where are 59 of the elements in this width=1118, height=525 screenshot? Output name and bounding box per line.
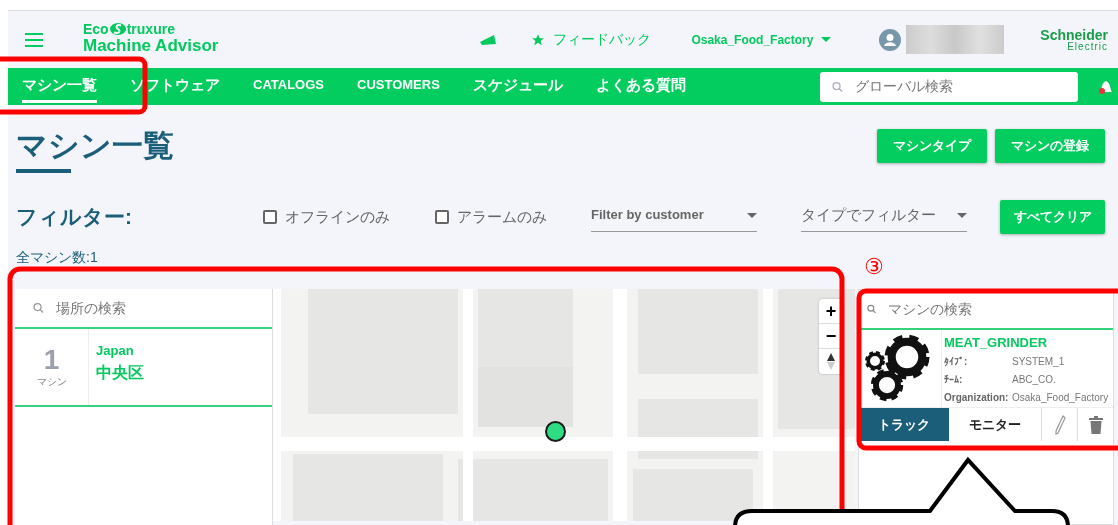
pencil-icon[interactable] <box>1053 414 1066 435</box>
machine-tab[interactable]: モニター <box>949 408 1041 442</box>
search-icon <box>867 304 877 315</box>
machine-tab[interactable]: トラック <box>859 408 949 442</box>
trash-icon[interactable] <box>1088 415 1103 434</box>
product-name: Machine Advisor <box>83 36 219 57</box>
caret-icon <box>957 212 967 218</box>
brand-name: Schneider <box>1040 27 1108 42</box>
search-icon <box>33 302 44 315</box>
field-label: Organization: <box>944 390 1010 405</box>
clear-all-button[interactable]: すべてクリア <box>1000 200 1105 235</box>
caret-icon <box>747 212 757 218</box>
nav-tab[interactable]: よくある質問 <box>595 69 686 104</box>
field-value: Osaka_Food_Factory <box>1012 390 1109 405</box>
location-search-input[interactable]: 場所の検索 <box>53 296 272 320</box>
bell-icon[interactable] <box>1097 78 1115 96</box>
search-icon <box>832 80 843 93</box>
filter-label: フィルター: <box>16 204 133 231</box>
filter-dropdown[interactable]: Filter by customer <box>591 201 757 233</box>
global-search-field[interactable]: グローバル検索 <box>820 71 1078 102</box>
action-button[interactable]: マシンタイプ <box>877 129 987 163</box>
field-value: SYSTEM_1 <box>1012 354 1065 369</box>
zoom-button[interactable]: + <box>819 299 843 325</box>
checkbox-label: オフラインのみ <box>285 206 390 227</box>
logo-icon <box>108 22 127 37</box>
logo-text: Eco <box>83 22 109 37</box>
feedback-link[interactable]: フィードバック <box>553 29 652 50</box>
count-unit: マシン <box>36 374 67 389</box>
checkbox[interactable] <box>435 210 449 225</box>
action-button[interactable]: マシンの登録 <box>995 129 1105 163</box>
checkbox[interactable] <box>263 210 277 225</box>
field-value: ABC_CO. <box>1012 372 1056 387</box>
compass-icon[interactable] <box>819 349 843 375</box>
filter-dropdown[interactable]: タイプでフィルター <box>801 201 967 233</box>
machine-search-input[interactable]: マシンの検索 <box>886 297 1113 321</box>
avatar-icon[interactable] <box>879 28 902 51</box>
machine-count: 全マシン数:1 <box>16 248 98 268</box>
location-country: Japan <box>96 342 135 361</box>
nav-tab[interactable]: CUSTOMERS <box>357 71 440 102</box>
location-item[interactable]: 1 マシン Japan 中央区 <box>15 329 272 408</box>
annotation-number: ③ <box>864 253 884 281</box>
nav-tab[interactable]: マシン一覧 <box>22 69 97 104</box>
location-area: 中央区 <box>96 360 144 385</box>
organization-dropdown[interactable]: Osaka_Food_Factory <box>691 30 832 49</box>
nav-tab[interactable]: CATALOGS <box>253 71 324 102</box>
logo-text: truxure <box>126 22 175 37</box>
global-search-input[interactable]: グローバル検索 <box>852 75 1078 98</box>
star-icon <box>531 32 546 47</box>
nav-tab[interactable]: ソフトウェア <box>130 69 220 104</box>
field-label: ﾁｰﾑ: <box>944 372 964 387</box>
page-title: マシン一覧 <box>16 129 174 164</box>
nav-tab[interactable]: スケジュール <box>472 69 563 104</box>
zoom-button[interactable]: − <box>819 324 843 350</box>
checkbox-label: アラームのみ <box>457 206 547 227</box>
brand-subtitle: Electric <box>1066 41 1108 52</box>
location-count: 1 <box>43 345 60 374</box>
caret-icon <box>821 37 832 42</box>
field-label: ﾀｲﾌﾟ: <box>944 354 969 369</box>
machine-name[interactable]: MEAT_GRINDER <box>944 333 1113 353</box>
